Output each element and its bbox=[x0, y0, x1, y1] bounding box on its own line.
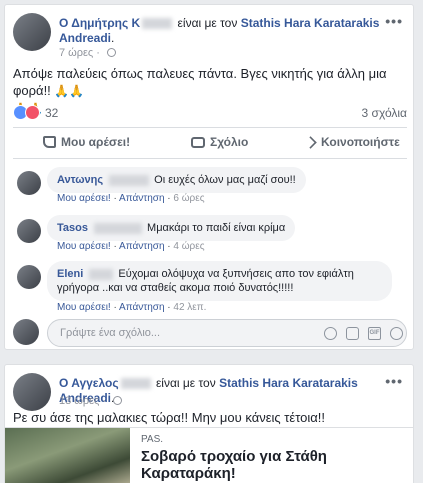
post-header: Ο Δημήτρης Κ είναι με τον Stathis Hara K… bbox=[13, 13, 407, 59]
camera-icon[interactable] bbox=[346, 327, 359, 340]
post-author-line: Ο Δημήτρης Κ είναι με τον Stathis Hara K… bbox=[59, 16, 389, 46]
comment-item: Αντωνης Οι ευχές όλων μας μαζί σου!! Μου… bbox=[17, 167, 407, 207]
comment-time[interactable]: 6 ώρες bbox=[173, 193, 204, 204]
write-comment-row: Γράψτε ένα σχόλιο... GIF bbox=[13, 317, 409, 349]
commenter-name[interactable]: Αντωνης bbox=[57, 174, 103, 186]
with-text: είναι με τον bbox=[155, 376, 216, 390]
reactions-bar[interactable]: 32 3 σχόλια bbox=[13, 105, 407, 123]
comment-like-link[interactable]: Μου αρέσει! bbox=[57, 241, 111, 252]
comment-actions: Μου αρέσει! · Απάντηση · 6 ώρες bbox=[57, 193, 205, 204]
share-icon bbox=[304, 135, 317, 149]
gif-icon[interactable]: GIF bbox=[368, 327, 381, 340]
like-button[interactable]: Μου αρέσει! bbox=[43, 135, 130, 149]
reaction-count[interactable]: 32 bbox=[45, 106, 58, 120]
post-actions: Μου αρέσει! Σχόλιο Κοινοποιήστε bbox=[13, 127, 407, 159]
commenter-name[interactable]: Eleni bbox=[57, 268, 83, 280]
avatar[interactable] bbox=[17, 219, 41, 243]
love-reaction-icon bbox=[25, 105, 40, 120]
comment-text: Οι ευχές όλων μας μαζί σου!! bbox=[154, 174, 296, 186]
with-text: είναι με τον bbox=[177, 16, 238, 30]
comment-label: Σχόλιο bbox=[210, 135, 249, 149]
post-meta: 13 ώρες · bbox=[59, 395, 123, 407]
comment-button[interactable]: Σχόλιο bbox=[191, 135, 248, 149]
share-button[interactable]: Κοινοποιήστε bbox=[304, 135, 400, 149]
post-text: Ρε συ άσε της μαλακιες τώρα!! Μην μου κά… bbox=[13, 409, 405, 426]
comment-item: Tasos Μμακάρι το παιδί είναι κρίμα Μου α… bbox=[17, 215, 407, 255]
link-preview-image[interactable] bbox=[5, 428, 130, 483]
post-meta: 7 ώρες · bbox=[59, 47, 116, 59]
avatar[interactable] bbox=[13, 373, 51, 411]
comment-input[interactable]: Γράψτε ένα σχόλιο... GIF bbox=[47, 319, 407, 347]
redacted-name bbox=[142, 18, 173, 30]
more-options-icon[interactable]: ••• bbox=[385, 13, 403, 29]
comment-text: Μμακάρι το παιδί είναι κρίμα bbox=[147, 222, 286, 234]
comment-placeholder: Γράψτε ένα σχόλιο... bbox=[60, 327, 161, 339]
more-options-icon[interactable]: ••• bbox=[385, 373, 403, 389]
globe-icon bbox=[113, 396, 123, 405]
comment-bubble: Tasos Μμακάρι το παιδί είναι κρίμα bbox=[47, 215, 296, 241]
comment-count[interactable]: 3 σχόλια bbox=[362, 106, 407, 120]
comment-reply-link[interactable]: Απάντηση bbox=[119, 302, 164, 313]
post-body: Ρε συ άσε της μαλακιες τώρα!! Μην μου κά… bbox=[13, 410, 326, 425]
punct: . bbox=[111, 31, 115, 45]
comment-item: Eleni Εύχομαι ολόψυχα να ξυπνήσεις απο τ… bbox=[17, 261, 407, 315]
share-label: Κοινοποιήστε bbox=[321, 135, 400, 149]
author-name[interactable]: Ο Δημήτρης Κ bbox=[59, 16, 140, 30]
avatar[interactable] bbox=[17, 171, 41, 195]
post-time[interactable]: 7 ώρες · bbox=[59, 47, 103, 59]
link-domain: PAS. bbox=[141, 434, 164, 445]
sticker-icon[interactable] bbox=[390, 327, 403, 340]
comment-bubble: Eleni Εύχομαι ολόψυχα να ξυπνήσεις απο τ… bbox=[47, 261, 392, 301]
avatar bbox=[13, 319, 39, 345]
post-card: Ο Αγγελος είναι με τον Stathis Hara Kara… bbox=[4, 364, 414, 483]
post-card: Ο Δημήτρης Κ είναι με τον Stathis Hara K… bbox=[4, 4, 414, 350]
comment-actions: Μου αρέσει! · Απάντηση · 4 ώρες bbox=[57, 241, 205, 252]
redacted-name bbox=[120, 378, 151, 390]
comment-reply-link[interactable]: Απάντηση bbox=[119, 241, 164, 252]
comment-like-link[interactable]: Μου αρέσει! bbox=[57, 193, 111, 204]
comment-icon bbox=[191, 136, 205, 148]
comment-bubble: Αντωνης Οι ευχές όλων μας μαζί σου!! bbox=[47, 167, 306, 193]
comment-actions: Μου αρέσει! · Απάντηση · 42 λεπ. bbox=[57, 302, 207, 313]
link-preview[interactable]: PAS. Σοβαρό τροχαίο για Στάθη Καραταράκη… bbox=[5, 427, 413, 483]
commenter-name[interactable]: Tasos bbox=[57, 222, 88, 234]
comment-reply-link[interactable]: Απάντηση bbox=[119, 193, 164, 204]
avatar[interactable] bbox=[13, 13, 51, 51]
redacted-name bbox=[109, 174, 150, 186]
pray-emoji-icon: 🙏🙏 bbox=[54, 84, 85, 98]
author-name[interactable]: Ο Αγγελος bbox=[59, 376, 119, 390]
like-label: Μου αρέσει! bbox=[61, 135, 131, 149]
redacted-name bbox=[93, 222, 142, 234]
link-title[interactable]: Σοβαρό τροχαίο για Στάθη Καραταράκη! bbox=[141, 448, 413, 482]
globe-icon bbox=[107, 48, 116, 57]
redacted-name bbox=[89, 268, 114, 280]
thumbs-up-icon bbox=[43, 136, 56, 148]
comment-time[interactable]: 4 ώρες bbox=[173, 241, 204, 252]
avatar[interactable] bbox=[17, 265, 41, 289]
comment-like-link[interactable]: Μου αρέσει! bbox=[57, 302, 111, 313]
comment-time[interactable]: 42 λεπ. bbox=[173, 302, 206, 313]
emoji-icon[interactable] bbox=[324, 327, 337, 340]
post-time[interactable]: 13 ώρες · bbox=[59, 395, 109, 407]
